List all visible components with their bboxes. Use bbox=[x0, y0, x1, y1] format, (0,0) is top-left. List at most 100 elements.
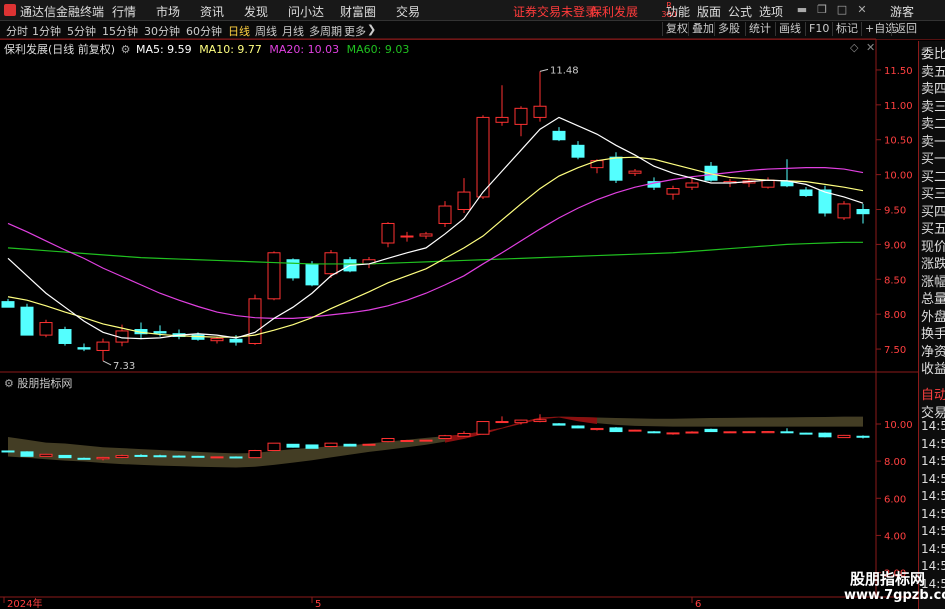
annotation-leader-1 bbox=[102, 360, 112, 366]
panel-tab-18[interactable]: 收益 bbox=[921, 358, 945, 377]
main-ytick-label-7: 8.00 bbox=[884, 310, 906, 321]
sub-candle-body-25 bbox=[476, 421, 490, 435]
panel-tab-0[interactable]: 委比 bbox=[921, 43, 945, 62]
sub-candle-body-32 bbox=[609, 427, 623, 433]
main-candle-body-32 bbox=[609, 156, 623, 181]
main-candle-body-1 bbox=[20, 306, 34, 336]
main-candle-body-17 bbox=[324, 252, 338, 275]
annotation-leader-0 bbox=[539, 68, 549, 72]
panel-tab-12[interactable]: 涨跌 bbox=[921, 253, 945, 272]
panel-tab-14[interactable]: 总量 bbox=[921, 288, 945, 307]
sub-candle-body-20 bbox=[381, 437, 395, 443]
ma-lines bbox=[7, 116, 864, 340]
main-ytick-label-4: 9.50 bbox=[884, 206, 906, 217]
watermark-title: 股朋指标网 bbox=[850, 570, 926, 588]
panel-tab-16[interactable]: 换手 bbox=[921, 323, 945, 342]
sub-candle-body-4 bbox=[77, 457, 91, 460]
panel-tab-15[interactable]: 外盘 bbox=[921, 306, 945, 325]
sub-candle-body-16 bbox=[305, 444, 319, 449]
main-candle-body-13 bbox=[248, 298, 262, 344]
main-candle-body-4 bbox=[77, 347, 91, 350]
sub-ytick-label-0: 10.00 bbox=[884, 420, 913, 431]
main-candle-body-12 bbox=[229, 338, 243, 343]
sub-candle-body-27 bbox=[514, 419, 528, 424]
sub-candle-body-35 bbox=[666, 432, 680, 435]
panel-tab-13[interactable]: 涨幅 bbox=[921, 271, 945, 290]
chart-canvas[interactable]: 11.50 11.00 10.50 10.00 9.50 9.00 8.50 8.00 7.50… bbox=[0, 0, 945, 609]
panel-tab-9[interactable]: 买四 bbox=[921, 201, 945, 220]
main-candle-body-20 bbox=[381, 222, 395, 244]
sub-candle-body-3 bbox=[58, 454, 72, 459]
main-candle-body-15 bbox=[286, 259, 300, 279]
panel-bottom-1[interactable]: 交易 bbox=[921, 402, 945, 421]
sub-ytick-label-3: 4.00 bbox=[884, 531, 906, 542]
ma10-line bbox=[7, 156, 864, 338]
watermark-url: www.7gpzb.com bbox=[844, 588, 945, 603]
sub-candle-body-5 bbox=[96, 456, 110, 460]
main-candle-body-16 bbox=[305, 263, 319, 286]
sub-candle-body-0 bbox=[1, 450, 15, 453]
axis-labels: 11.50 11.00 10.50 10.00 9.50 9.00 8.50 8.00 7.50… bbox=[7, 65, 913, 609]
panel-bottom-0[interactable]: 自动 bbox=[921, 384, 945, 403]
sub-candle-body-26 bbox=[495, 421, 509, 424]
sub-candle-body-28 bbox=[533, 419, 547, 423]
sub-candle-body-10 bbox=[191, 455, 205, 458]
sub-candle-body-33 bbox=[628, 429, 642, 432]
annotation-label-0: 11.48 bbox=[550, 65, 579, 76]
sub-candle-body-17 bbox=[324, 442, 338, 448]
main-ytick-label-5: 9.00 bbox=[884, 240, 906, 251]
main-candle-body-8 bbox=[153, 331, 167, 334]
main-candle-body-11 bbox=[210, 338, 224, 342]
main-candle-body-0 bbox=[1, 301, 15, 308]
main-candle-body-44 bbox=[837, 203, 851, 219]
sub-candle-body-6 bbox=[115, 455, 129, 458]
panel-tab-7[interactable]: 买二 bbox=[921, 166, 945, 185]
panel-tab-5[interactable]: 卖一 bbox=[921, 131, 945, 150]
main-ytick-label-2: 10.50 bbox=[884, 136, 913, 147]
sub-candle-body-39 bbox=[742, 431, 756, 434]
ma5-line bbox=[7, 116, 864, 340]
ma60-line bbox=[7, 241, 863, 265]
sub-candle-body-37 bbox=[704, 428, 718, 433]
indicator-band bbox=[8, 416, 863, 468]
sub-candle-body-45 bbox=[856, 435, 870, 438]
panel-tab-1[interactable]: 卖五 bbox=[921, 61, 945, 80]
panel-bottom-8: 14:56 bbox=[921, 524, 945, 538]
main-ytick-label-1: 11.00 bbox=[884, 101, 913, 112]
sub-candle-body-24 bbox=[457, 432, 471, 437]
quote-side-panel: 委比 卖五 卖四 卖三 卖二 卖一 买一 买二 买三 买四 买五 现价 涨跌 涨幅 总量 外盘 换手 净资 收益自动… bbox=[918, 41, 945, 609]
panel-tab-17[interactable]: 净资 bbox=[921, 341, 945, 360]
main-candle-body-23 bbox=[438, 205, 452, 224]
panel-tab-2[interactable]: 卖四 bbox=[921, 78, 945, 97]
sub-candle-body-13 bbox=[248, 450, 262, 459]
sub-candle-body-7 bbox=[134, 454, 148, 457]
main-candle-body-2 bbox=[39, 322, 53, 336]
date-label-2: 6 bbox=[695, 599, 701, 609]
main-candle-body-35 bbox=[666, 188, 680, 195]
panel-tab-6[interactable]: 买一 bbox=[921, 148, 945, 167]
panel-bottom-5: 14:56 bbox=[921, 471, 945, 486]
panel-tab-11[interactable]: 现价 bbox=[921, 236, 945, 255]
sub-candle-body-14 bbox=[267, 442, 281, 452]
main-candle-body-40 bbox=[761, 179, 775, 188]
main-ytick-label-0: 11.50 bbox=[884, 66, 913, 77]
main-candle-body-26 bbox=[495, 116, 509, 123]
main-candles bbox=[1, 71, 870, 361]
main-ytick-label-8: 7.50 bbox=[884, 345, 906, 356]
main-candle-body-29 bbox=[552, 130, 566, 141]
panel-tab-8[interactable]: 买三 bbox=[921, 183, 945, 202]
main-candle-body-45 bbox=[856, 209, 870, 215]
main-candle-body-5 bbox=[96, 341, 110, 351]
panel-tab-4[interactable]: 卖二 bbox=[921, 113, 945, 132]
date-label-0: 2024年 bbox=[7, 597, 42, 609]
main-candle-body-33 bbox=[628, 170, 642, 174]
sub-candle-body-42 bbox=[799, 432, 813, 435]
ma20-line bbox=[7, 167, 864, 319]
sub-candle-body-23 bbox=[438, 435, 452, 439]
chart-axes bbox=[0, 38, 918, 603]
panel-tab-10[interactable]: 买五 bbox=[921, 218, 945, 237]
sub-candle-body-18 bbox=[343, 443, 357, 447]
main-candle-body-28 bbox=[533, 105, 547, 118]
sub-ytick-label-1: 8.00 bbox=[884, 457, 906, 468]
panel-tab-3[interactable]: 卖三 bbox=[921, 96, 945, 115]
